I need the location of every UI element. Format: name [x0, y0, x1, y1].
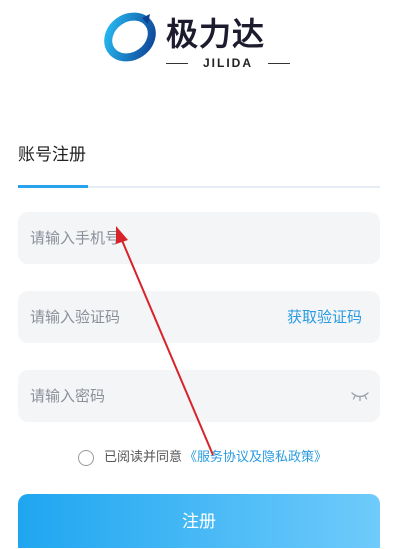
brand-divider-left — [166, 63, 188, 64]
agree-radio[interactable] — [78, 450, 94, 466]
password-field[interactable]: 请输入密码 — [18, 370, 380, 422]
password-placeholder: 请输入密码 — [30, 387, 106, 405]
brand-tagline: JILIDA — [166, 56, 290, 70]
agreement-text: 已阅读并同意 — [104, 450, 183, 465]
get-code-button[interactable]: 获取验证码 — [287, 291, 362, 343]
tab-underline-track — [18, 185, 380, 188]
agreement-link[interactable]: 《服务协议及隐私政策》 — [184, 448, 327, 468]
tab-active-indicator — [18, 185, 88, 188]
phone-field[interactable]: 请输入手机号 — [18, 212, 380, 264]
brand-divider-right — [268, 63, 290, 64]
register-button[interactable]: 注册 — [18, 494, 380, 548]
phone-placeholder: 请输入手机号 — [30, 229, 121, 247]
brand-name-en: JILIDA — [202, 56, 253, 70]
eye-closed-icon[interactable] — [350, 388, 370, 404]
brand-name-cn: 极力达 — [166, 15, 266, 53]
code-field[interactable]: 请输入验证码 获取验证码 — [18, 291, 380, 343]
brand-logo-icon — [104, 12, 156, 62]
code-placeholder: 请输入验证码 — [30, 308, 121, 326]
tab-account-register[interactable]: 账号注册 — [18, 143, 86, 167]
brand-header: 极力达 JILIDA — [0, 0, 400, 80]
